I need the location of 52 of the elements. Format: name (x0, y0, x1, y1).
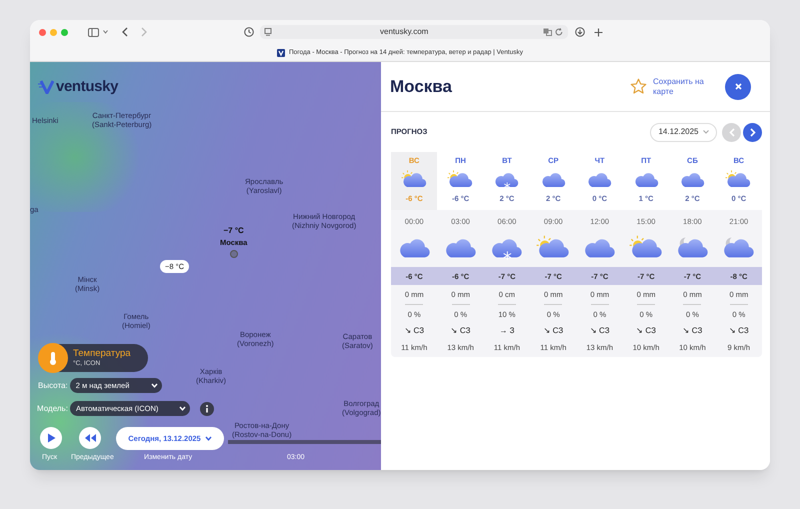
layer-title: Температура (73, 348, 131, 360)
sun-cloud-icon (628, 234, 664, 260)
chevron-down-icon (702, 130, 709, 134)
address-bar[interactable]: ventusky.com (260, 25, 568, 39)
v-logo-icon (277, 48, 285, 56)
wind-direction: → З (499, 324, 514, 337)
chevron-right-icon (750, 128, 756, 136)
ventusky-logo-icon (38, 80, 54, 94)
sidebar-icon[interactable] (88, 28, 99, 36)
weather-map[interactable] (30, 62, 381, 470)
wind-direction: ↘ СЗ (404, 324, 424, 337)
info-icon[interactable] (200, 402, 214, 416)
clock-icon[interactable] (244, 27, 254, 37)
save-to-map-link[interactable]: Сохранить на карте (653, 76, 715, 96)
reload-icon[interactable] (555, 28, 563, 36)
download-icon[interactable] (575, 27, 585, 37)
wind-direction: ↘ СЗ (450, 324, 470, 337)
ventusky-logo[interactable]: ventusky (56, 76, 118, 98)
date-select[interactable]: 14.12.2025 (650, 122, 717, 142)
wind-direction: ↘ СЗ (636, 324, 656, 337)
chevron-left-icon (728, 128, 734, 136)
chevron-down-icon (204, 436, 212, 441)
previous-button[interactable] (79, 427, 101, 449)
next-date-button[interactable] (743, 122, 762, 142)
close-button[interactable] (725, 74, 751, 100)
close-icon (734, 83, 742, 90)
city-title: Москва (390, 76, 452, 98)
wind-direction: ↘ СЗ (728, 324, 749, 337)
thermometer-icon (38, 343, 68, 373)
url-text: ventusky.com (380, 26, 428, 38)
sun-cloud-icon (536, 234, 571, 260)
new-tab-icon[interactable] (594, 28, 603, 36)
rewind-icon (84, 434, 96, 442)
model-label: Модель: (37, 402, 68, 414)
chevron-down-icon[interactable] (103, 30, 108, 34)
play-icon (46, 433, 56, 443)
page-icon (264, 28, 272, 36)
city-temperature: −7 °C (224, 225, 244, 237)
star-icon[interactable] (630, 78, 647, 95)
wind-direction: ↘ СЗ (682, 324, 702, 337)
play-button[interactable] (40, 427, 62, 449)
sun-cloud-icon (447, 169, 474, 190)
wind-direction: ↘ СЗ (543, 324, 564, 337)
back-icon[interactable] (122, 27, 128, 37)
close-window-button[interactable] (39, 28, 46, 36)
chevron-down-icon (150, 383, 158, 388)
height-label: Высота: (38, 380, 68, 392)
translate-icon[interactable] (543, 28, 552, 36)
wind-direction: ↘ СЗ (590, 324, 610, 337)
sun-cloud-icon (400, 169, 428, 190)
chevron-down-icon (178, 406, 186, 411)
sun-cloud-icon (725, 169, 752, 190)
